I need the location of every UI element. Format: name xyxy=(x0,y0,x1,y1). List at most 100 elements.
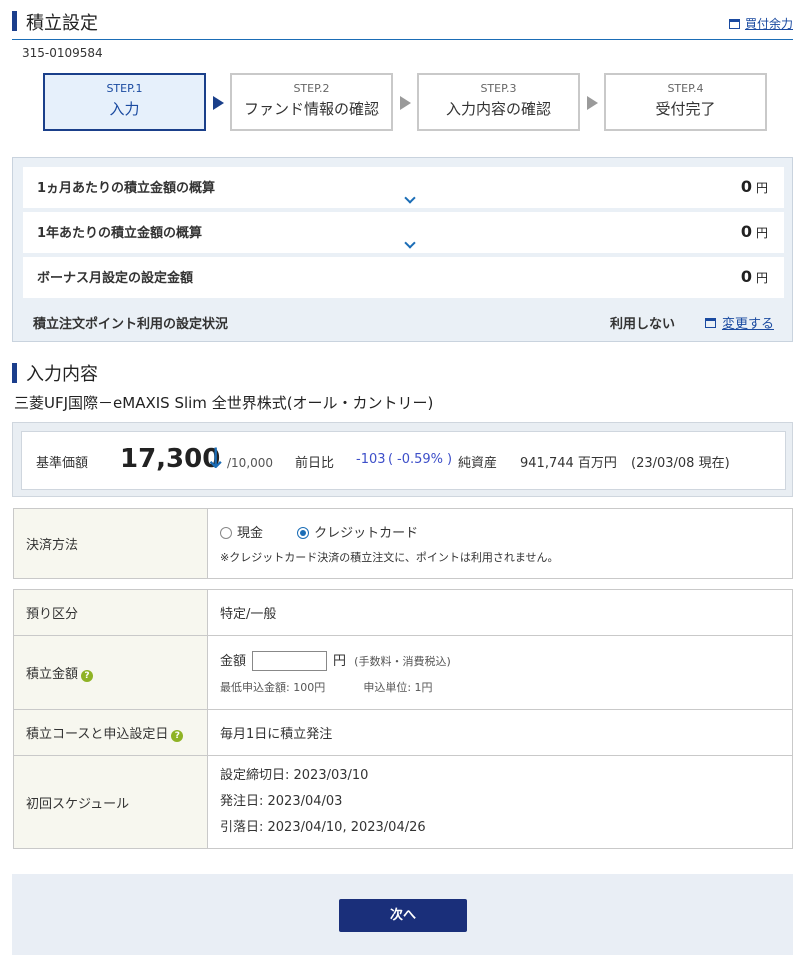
fund-name: 三菱UFJ国際－eMAXIS Slim 全世界株式(オール・カントリー) xyxy=(14,394,434,412)
course-label-cell: 積立コースと申込設定日? xyxy=(13,709,208,756)
yen-unit: 円 xyxy=(755,226,768,240)
step-label: 入力内容の確認 xyxy=(445,100,551,118)
schedule-cell: 設定締切日: 2023/03/10 発注日: 2023/04/03 引落日: 2… xyxy=(207,755,793,849)
net-assets-label: 純資産 xyxy=(458,456,498,471)
input-section-header: 入力内容 xyxy=(12,360,793,386)
step-4: STEP.4 受付完了 xyxy=(604,73,767,131)
monthly-estimate-label: 1ヵ月あたりの積立金額の概算 xyxy=(37,181,216,196)
payment-method-cell: 現金 クレジットカード ※クレジットカード決済の積立注文に、ポイントは利用されま… xyxy=(207,508,793,579)
as-of-date: (23/03/08 現在) xyxy=(631,456,730,471)
point-usage-label: 積立注文ポイント利用の設定状況 xyxy=(33,317,229,332)
page-title: 積立設定 xyxy=(26,13,98,34)
change-value: -103 xyxy=(356,452,386,467)
yearly-estimate-number: 0 xyxy=(740,222,752,241)
change-percent: -0.59% xyxy=(397,452,443,467)
chevron-down-icon[interactable] xyxy=(404,237,416,249)
bonus-month-number: 0 xyxy=(740,267,752,286)
step-label: 入力 xyxy=(109,100,140,118)
payment-table: 決済方法 現金 クレジットカード ※クレジットカード決済の積立注文に、ポイントは… xyxy=(13,508,793,579)
amount-cell: 金額 円 (手数料・消費税込) 最低申込金額: 100円 申込単位: 1円 xyxy=(207,635,793,710)
monthly-estimate-value: 0円 xyxy=(741,177,768,196)
step-number: STEP.2 xyxy=(293,82,330,95)
yen-unit: 円 xyxy=(755,271,768,285)
next-button[interactable]: 次へ xyxy=(339,899,467,932)
custody-label: 預り区分 xyxy=(13,589,208,636)
step-number: STEP.3 xyxy=(480,82,517,95)
amount-prefix: 金額 xyxy=(220,653,247,669)
step-number: STEP.4 xyxy=(667,82,704,95)
paren-close: ) xyxy=(447,452,453,467)
yearly-estimate-row[interactable]: 1年あたりの積立金額の概算 0円 xyxy=(23,212,784,253)
monthly-estimate-row[interactable]: 1ヵ月あたりの積立金額の概算 0円 xyxy=(23,167,784,208)
order-details-table: 預り区分 特定/一般 積立金額? 金額 円 (手数料・消費税込) 最低申込金額: … xyxy=(13,589,793,849)
price-panel-inner: 基準価額 17,300 ↓ /10,000 前日比 -103 ( -0.59% … xyxy=(21,431,786,490)
payment-note: ※クレジットカード決済の積立注文に、ポイントは利用されません。 xyxy=(220,551,559,564)
buying-power-link[interactable]: 買付余力 xyxy=(728,15,793,32)
course-value: 毎月1日に積立発注 xyxy=(207,709,793,756)
yen-unit: 円 xyxy=(755,181,768,195)
amount-unit-note: (手数料・消費税込) xyxy=(354,654,451,668)
custody-value: 特定/一般 xyxy=(207,589,793,636)
step-arrow-icon xyxy=(587,96,598,110)
accumulation-summary: 1ヵ月あたりの積立金額の概算 0円 1年あたりの積立金額の概算 0円 ボーナス月… xyxy=(12,157,793,342)
point-usage-status: 利用しない xyxy=(610,317,676,332)
cash-radio-option[interactable]: 現金 xyxy=(220,526,263,541)
schedule-label: 初回スケジュール xyxy=(13,755,208,849)
step-3: STEP.3 入力内容の確認 xyxy=(417,73,580,131)
bonus-month-row: ボーナス月設定の設定金額 0円 xyxy=(23,257,784,298)
cash-radio[interactable] xyxy=(220,527,232,539)
step-arrow-icon xyxy=(400,96,411,110)
step-2: STEP.2 ファンド情報の確認 xyxy=(230,73,393,131)
withdrawal-dates: 引落日: 2023/04/10, 2023/04/26 xyxy=(220,820,426,835)
bonus-month-label: ボーナス月設定の設定金額 xyxy=(37,271,194,286)
price-label: 基準価額 xyxy=(36,456,89,471)
change-point-setting-link[interactable]: 変更する xyxy=(704,313,774,332)
course-row: 積立コースと申込設定日? 毎月1日に積立発注 xyxy=(13,709,793,756)
help-icon[interactable]: ? xyxy=(171,730,184,742)
course-label: 積立コースと申込設定日 xyxy=(26,727,169,742)
price-unit: /10,000 xyxy=(227,456,274,470)
yearly-estimate-label: 1年あたりの積立金額の概算 xyxy=(37,226,203,241)
schedule-row: 初回スケジュール 設定締切日: 2023/03/10 発注日: 2023/04/… xyxy=(13,755,793,849)
footer-bar: 次へ xyxy=(12,874,793,955)
step-label: 受付完了 xyxy=(655,100,716,118)
minimum-amount: 最低申込金額: 100円 xyxy=(220,681,326,695)
credit-card-label: クレジットカード xyxy=(314,526,419,541)
credit-card-radio-option[interactable]: クレジットカード xyxy=(297,526,418,541)
order-unit: 申込単位: 1円 xyxy=(363,681,433,695)
paren-open: ( xyxy=(388,452,394,467)
cash-label: 現金 xyxy=(237,526,264,541)
step-label: ファンド情報の確認 xyxy=(243,100,379,118)
credit-card-radio[interactable] xyxy=(297,527,310,539)
help-icon[interactable]: ? xyxy=(81,670,94,682)
order-date: 発注日: 2023/04/03 xyxy=(220,794,343,809)
point-usage-row: 積立注文ポイント利用の設定状況 利用しない 変更する xyxy=(23,304,784,338)
page-header: 積立設定 買付余力 xyxy=(12,6,793,40)
input-section-title: 入力内容 xyxy=(26,364,98,385)
amount-label: 積立金額 xyxy=(26,667,79,682)
change-label: 前日比 xyxy=(295,456,335,471)
step-number: STEP.1 xyxy=(106,82,143,95)
yearly-estimate-value: 0円 xyxy=(741,222,768,241)
custody-row: 預り区分 特定/一般 xyxy=(13,589,793,636)
chevron-down-icon[interactable] xyxy=(404,192,416,204)
down-arrow-icon: ↓ xyxy=(204,442,228,475)
bonus-month-value: 0円 xyxy=(741,267,768,286)
step-1: STEP.1 入力 xyxy=(43,73,206,131)
amount-label-cell: 積立金額? xyxy=(13,635,208,710)
price-panel: 基準価額 17,300 ↓ /10,000 前日比 -103 ( -0.59% … xyxy=(12,422,793,497)
window-icon xyxy=(704,317,716,328)
title-accent-bar xyxy=(12,363,17,383)
amount-row: 積立金額? 金額 円 (手数料・消費税込) 最低申込金額: 100円 申込単位: … xyxy=(13,635,793,710)
change-link-label: 変更する xyxy=(721,317,774,332)
buying-power-link-label: 買付余力 xyxy=(744,17,793,31)
amount-input[interactable] xyxy=(252,651,328,672)
step-arrow-icon xyxy=(213,96,224,110)
account-number: 315-0109584 xyxy=(22,46,103,60)
title-accent-bar xyxy=(12,11,17,31)
net-assets-value: 941,744 百万円 xyxy=(520,456,617,471)
monthly-estimate-number: 0 xyxy=(740,177,752,196)
window-icon xyxy=(728,18,740,29)
deadline-date: 設定締切日: 2023/03/10 xyxy=(220,768,369,783)
payment-method-label: 決済方法 xyxy=(13,508,208,579)
